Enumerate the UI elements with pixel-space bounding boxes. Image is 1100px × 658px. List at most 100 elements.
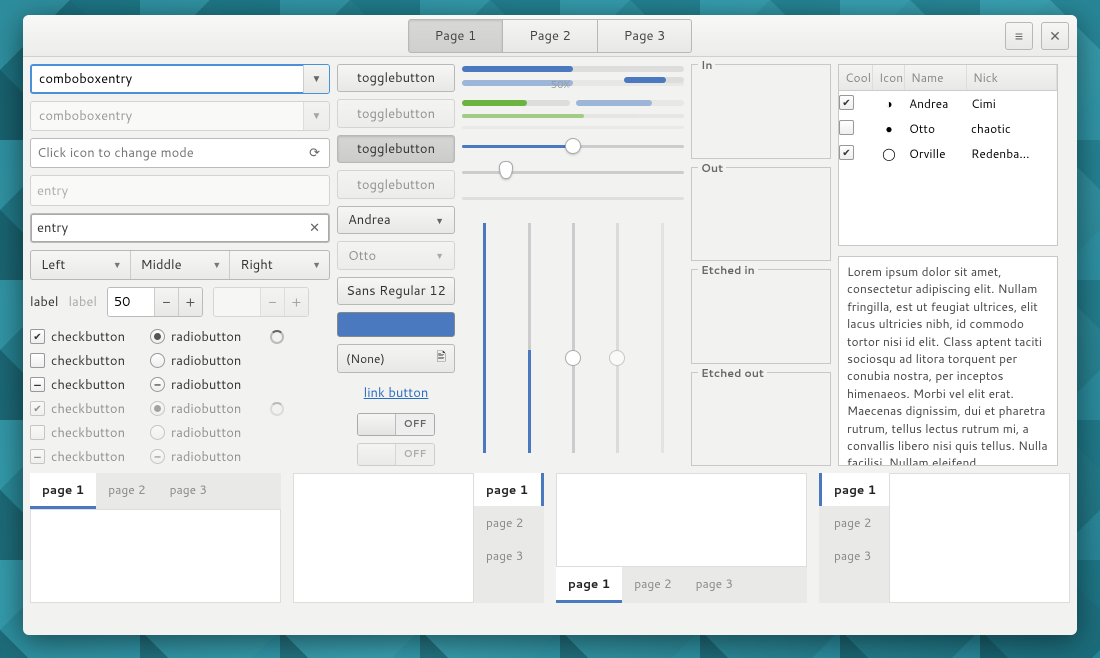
hscale-2-marks[interactable] (462, 163, 684, 181)
seg-middle[interactable]: Middle▼ (130, 251, 230, 279)
nb-tab[interactable]: page 3 (474, 539, 544, 572)
chevron-down-icon[interactable]: ▼ (303, 65, 329, 93)
file-chooser-button[interactable]: (None) 🖹 (337, 344, 455, 372)
chevron-down-icon: ▼ (303, 102, 329, 130)
checkbutton-row[interactable]: checkbutton (30, 328, 130, 346)
nb-tab[interactable]: page 3 (158, 473, 219, 509)
col-cool[interactable]: Cool (839, 65, 873, 90)
checkbox-empty-icon[interactable] (30, 353, 45, 368)
header-tab-1[interactable]: Page 1 (408, 19, 504, 53)
nb-page (556, 473, 807, 567)
window-close-button[interactable]: ✕ (1041, 22, 1069, 50)
hscale-1[interactable] (462, 137, 684, 155)
cell-checkbox[interactable] (839, 145, 854, 160)
spin-plus-disabled: + (284, 288, 308, 316)
cell-checkbox[interactable] (839, 120, 854, 135)
spinbutton[interactable]: − + (107, 287, 203, 317)
switch-knob (358, 414, 396, 435)
levelbar-thin (462, 126, 684, 129)
radiobutton-row[interactable]: radiobutton (150, 328, 250, 346)
chevron-down-icon: ▼ (113, 258, 122, 271)
radiobutton-row-disabled: radiobutton (150, 424, 250, 442)
vscale-5-disabled (654, 223, 670, 453)
scale-thumb[interactable] (609, 350, 625, 366)
header-tab-3[interactable]: Page 3 (598, 19, 693, 53)
hamburger-menu-button[interactable]: ≡ (1005, 22, 1033, 50)
close-icon: ✕ (1049, 26, 1061, 46)
checkbox-mixed-icon[interactable] (30, 377, 45, 392)
color-button[interactable] (337, 312, 455, 337)
mode-entry-input[interactable] (37, 144, 306, 162)
check-radio-grid: checkbutton radiobutton checkbutton radi… (30, 328, 330, 466)
entry-with-clear[interactable]: ✕ (30, 213, 330, 243)
checkbutton-row[interactable]: checkbutton (30, 352, 130, 370)
vscale-4[interactable] (609, 223, 625, 453)
cell-icon: ◑ (873, 95, 905, 112)
radiobutton-row[interactable]: radiobutton (150, 376, 250, 394)
col-nick[interactable]: Nick (967, 65, 1057, 90)
nb-tab[interactable]: page 2 (474, 506, 544, 539)
clear-icon[interactable]: ✕ (306, 219, 323, 237)
mode-entry[interactable]: ⟳ (30, 138, 330, 168)
entry-disabled-input (37, 182, 323, 200)
col-name[interactable]: Name (905, 65, 967, 90)
radiobutton-row[interactable]: radiobutton (150, 352, 250, 370)
table-row[interactable]: ◑ Andrea Cimi (839, 91, 1057, 116)
hamburger-icon: ≡ (1015, 26, 1023, 46)
table-row[interactable]: ● Otto chaotic (839, 116, 1057, 141)
treeview-header: Cool Icon Name Nick (839, 65, 1057, 91)
vscale-3[interactable] (565, 223, 581, 453)
comboboxentry-1-input[interactable] (31, 65, 303, 93)
combo-andrea[interactable]: Andrea▼ (337, 206, 455, 234)
spin-value[interactable] (108, 288, 154, 316)
notebook-right: page 1 page 2 page 3 (819, 473, 1070, 603)
seg-right[interactable]: Right▼ (229, 251, 329, 279)
label-spin-row: label label − + − + (30, 287, 330, 317)
nb-tab[interactable]: page 1 (556, 567, 622, 603)
nb-tab[interactable]: page 3 (684, 567, 745, 603)
textview[interactable]: Lorem ipsum dolor sit amet, consectetur … (838, 256, 1058, 466)
nb-tab[interactable]: page 3 (819, 539, 889, 572)
entry-clear-input[interactable] (37, 219, 306, 237)
spin-plus-button[interactable]: + (178, 288, 202, 316)
spinner-icon (270, 330, 284, 344)
seg-left[interactable]: Left▼ (31, 251, 130, 279)
nb-tab[interactable]: page 1 (819, 473, 889, 506)
refresh-icon[interactable]: ⟳ (306, 144, 323, 162)
comboboxentry-1[interactable]: ▼ (30, 64, 330, 94)
cell-name: Otto (905, 120, 967, 137)
font-button[interactable]: Sans Regular 12 (337, 277, 455, 305)
spin-minus-button[interactable]: − (154, 288, 178, 316)
header-tab-2[interactable]: Page 2 (503, 19, 598, 53)
label-2-disabled: label (68, 293, 96, 311)
scale-thumb-marker[interactable] (499, 161, 513, 179)
col-icon[interactable]: Icon (873, 65, 905, 90)
nb-tab[interactable]: page 2 (622, 567, 683, 603)
nb-tab[interactable]: page 2 (819, 506, 889, 539)
scale-thumb[interactable] (565, 138, 581, 154)
radio-mixed-icon[interactable] (150, 377, 165, 392)
scale-thumb[interactable] (565, 350, 581, 366)
nb-tab[interactable]: page 2 (96, 473, 157, 509)
checkbutton-row[interactable]: checkbutton (30, 376, 130, 394)
frame-etched-out: Etched out (691, 372, 831, 467)
treeview[interactable]: Cool Icon Name Nick ◑ Andrea Cimi ● (838, 64, 1058, 246)
togglebutton-1[interactable]: togglebutton (337, 64, 455, 92)
cell-checkbox[interactable] (839, 95, 854, 110)
table-row[interactable]: ◯ Orville Redenba... (839, 141, 1057, 166)
link-button[interactable]: link button (337, 380, 455, 406)
cell-icon: ◯ (873, 145, 905, 162)
togglebutton-3-active[interactable]: togglebutton (337, 135, 455, 163)
vscale-1[interactable] (476, 223, 492, 453)
vscale-2[interactable] (521, 223, 537, 453)
nb-tab[interactable]: page 1 (30, 473, 96, 509)
radio-off-icon[interactable] (150, 353, 165, 368)
chevron-down-icon: ▼ (312, 258, 321, 271)
titlebar: Page 1 Page 2 Page 3 ≡ ✕ (23, 15, 1077, 57)
radio-on-icon[interactable] (150, 329, 165, 344)
levelbar-1 (624, 77, 684, 83)
nb-tab[interactable]: page 1 (474, 473, 544, 506)
checkbox-checked-icon[interactable] (30, 329, 45, 344)
column-frames: In Out Etched in Etched out (691, 64, 831, 466)
switch-1[interactable]: OFF (357, 413, 435, 436)
